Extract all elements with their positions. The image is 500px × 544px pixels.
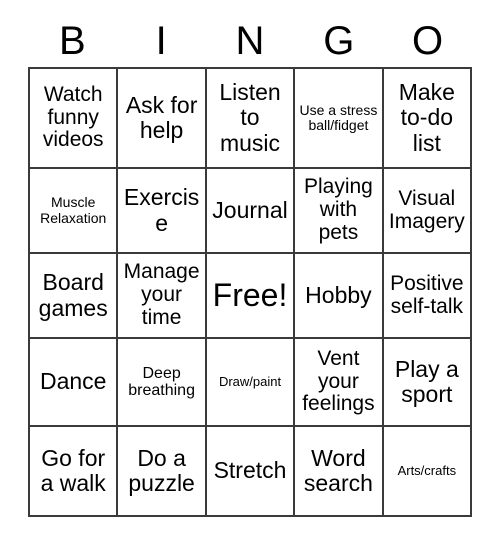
bingo-cell-label: Free!	[212, 277, 288, 314]
bingo-cell-label: Manage your time	[123, 260, 200, 329]
bingo-cell[interactable]: Ask for help	[118, 69, 207, 169]
bingo-cell[interactable]: Stretch	[206, 427, 296, 517]
bingo-cell[interactable]: Manage your time	[118, 254, 207, 339]
bingo-cell-label: Positive self-talk	[390, 271, 464, 318]
bingo-cell[interactable]: Hobby	[295, 254, 384, 339]
bingo-row: Dance Deep breathing Draw/paint Vent you…	[30, 339, 473, 427]
bingo-cell-label: Listen to music	[219, 79, 281, 156]
bingo-cell-label: Play a sport	[394, 355, 459, 407]
bingo-cell[interactable]: Do a puzzle	[118, 427, 207, 517]
bingo-cell[interactable]: Board games	[30, 254, 119, 339]
bingo-cell[interactable]: Playing with pets	[295, 169, 384, 254]
bingo-cell-label: Arts/crafts	[397, 462, 457, 478]
bingo-cell[interactable]: Go for a walk	[30, 427, 119, 517]
bingo-cell-label: Vent your feelings	[302, 346, 375, 416]
bingo-row: Go for a walk Do a puzzle Stretch Word s…	[30, 427, 473, 517]
bingo-header-letter-g: G	[323, 18, 355, 63]
bingo-cell-label: Word search	[303, 444, 373, 496]
bingo-cell[interactable]: Deep breathing	[118, 339, 207, 427]
bingo-grid: Watch funny videos Ask for help Listen t…	[28, 67, 473, 517]
bingo-cell-label: Go for a walk	[40, 444, 106, 496]
bingo-cell-label: Do a puzzle	[128, 444, 195, 496]
bingo-cell[interactable]: Draw/paint	[206, 339, 296, 427]
bingo-cell[interactable]: Arts/crafts	[383, 427, 473, 517]
bingo-cell-label: Watch funny videos	[42, 82, 104, 152]
bingo-cell-label: Muscle Relaxation	[40, 194, 107, 226]
bingo-header-letter-n: N	[235, 18, 265, 63]
bingo-cell[interactable]: Make to-do list	[383, 69, 473, 169]
bingo-cell-label: Draw/paint	[218, 373, 282, 389]
bingo-header-letter-i: I	[155, 18, 167, 63]
bingo-cell-label: Hobby	[305, 281, 372, 308]
bingo-header-letter-o: O	[412, 18, 444, 63]
bingo-cell-label: Make to-do list	[398, 79, 455, 156]
bingo-header-letter-b: B	[59, 18, 86, 63]
bingo-cell[interactable]: Dance	[30, 339, 119, 427]
bingo-cell-free-space[interactable]: Free!	[206, 254, 296, 339]
bingo-row: Board games Manage your time Free! Hobby…	[30, 254, 473, 339]
bingo-row: Muscle Relaxation Exercise Journal Playi…	[30, 169, 473, 254]
bingo-cell[interactable]: Watch funny videos	[30, 69, 119, 169]
bingo-cell-label: Deep breathing	[128, 364, 195, 399]
bingo-cell-label: Use a stress ball/fidget	[299, 101, 378, 133]
bingo-header-row: B I N G O	[28, 14, 472, 67]
bingo-row: Watch funny videos Ask for help Listen t…	[30, 69, 473, 169]
bingo-cell[interactable]: Listen to music	[206, 69, 296, 169]
bingo-cell-label: Ask for help	[125, 91, 198, 143]
bingo-cell[interactable]: Word search	[295, 427, 384, 517]
bingo-cell[interactable]: Journal	[206, 169, 296, 254]
bingo-cell[interactable]: Positive self-talk	[383, 254, 473, 339]
bingo-cell[interactable]: Muscle Relaxation	[30, 169, 119, 254]
bingo-cell-label: Playing with pets	[303, 175, 373, 244]
bingo-cell[interactable]: Use a stress ball/fidget	[295, 69, 384, 169]
bingo-cell[interactable]: Visual Imagery	[383, 169, 473, 254]
bingo-cell-label: Board games	[38, 269, 108, 321]
bingo-cell-label: Stretch	[213, 457, 287, 484]
bingo-cell[interactable]: Exercise	[118, 169, 207, 254]
bingo-cell-label: Visual Imagery	[388, 186, 465, 233]
bingo-cell-label: Journal	[212, 196, 288, 223]
bingo-cell-label: Exercise	[123, 184, 200, 236]
bingo-cell[interactable]: Play a sport	[383, 339, 473, 427]
bingo-card: B I N G O Watch funny videos Ask for hel…	[28, 14, 473, 517]
bingo-cell-label: Dance	[39, 368, 107, 395]
bingo-cell[interactable]: Vent your feelings	[295, 339, 384, 427]
